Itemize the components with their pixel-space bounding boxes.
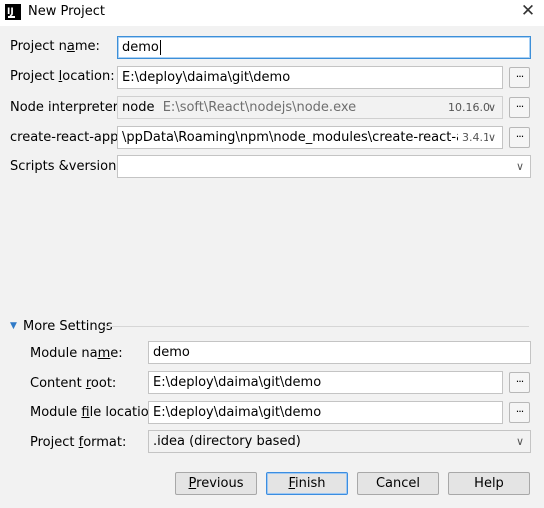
finish-button[interactable]: Finish: [266, 472, 348, 495]
node-interpreter-name: node: [122, 100, 155, 115]
content-root-input[interactable]: E:\deploy\daima\git\demo: [148, 371, 503, 394]
module-name-input[interactable]: demo: [148, 341, 531, 364]
intellij-logo-icon: IJ: [5, 4, 21, 20]
node-interpreter-combo[interactable]: node E:\soft\React\nodejs\node.exe 10.16…: [117, 96, 503, 119]
project-name-label: Project name:: [10, 39, 100, 54]
create-react-app-combo[interactable]: \ppData\Roaming\npm\node_modules\create-…: [117, 126, 503, 149]
content-root-label: Content root:: [30, 376, 117, 391]
create-react-app-path: \ppData\Roaming\npm\node_modules\create-…: [122, 130, 481, 145]
scripts-version-label: Scripts &version: [10, 159, 117, 174]
chevron-down-icon: ∨: [487, 101, 496, 114]
create-react-app-browse-button[interactable]: ...: [509, 127, 530, 148]
chevron-down-icon: ∨: [487, 127, 496, 148]
create-react-app-label: create-react-app:: [10, 130, 123, 145]
section-divider: [103, 326, 529, 327]
more-settings-toggle[interactable]: More Settings: [23, 318, 113, 336]
help-button[interactable]: Help: [448, 472, 530, 495]
project-location-label: Project location:: [10, 69, 115, 84]
node-interpreter-path: E:\soft\React\nodejs\node.exe: [162, 100, 357, 115]
project-format-label: Project format:: [30, 435, 127, 450]
module-file-location-browse-button[interactable]: ...: [509, 402, 530, 423]
project-location-browse-button[interactable]: ...: [509, 67, 530, 88]
window-title: New Project: [28, 4, 105, 19]
close-button[interactable]: ✕: [517, 1, 539, 23]
collapse-triangle-icon[interactable]: ▼: [10, 321, 17, 331]
chevron-down-icon: ∨: [515, 160, 524, 173]
scripts-version-combo[interactable]: ∨: [117, 155, 531, 178]
cancel-button[interactable]: Cancel: [357, 472, 439, 495]
project-location-input[interactable]: E:\deploy\daima\git\demo: [117, 66, 503, 89]
title-bar: IJ New Project ✕: [0, 0, 544, 26]
chevron-down-icon: ∨: [515, 435, 524, 448]
project-name-input[interactable]: demo: [117, 36, 531, 59]
node-interpreter-label: Node interpreter:: [10, 100, 123, 115]
node-version: 10.16.0: [448, 101, 490, 114]
previous-button[interactable]: Previous: [175, 472, 257, 495]
project-format-combo[interactable]: .idea (directory based) ∨: [148, 430, 531, 453]
module-file-location-input[interactable]: E:\deploy\daima\git\demo: [148, 401, 503, 424]
node-interpreter-browse-button[interactable]: ...: [509, 97, 530, 118]
module-name-label: Module name:: [30, 346, 123, 361]
content-root-browse-button[interactable]: ...: [509, 372, 530, 393]
module-file-location-label: Module file location:: [30, 405, 162, 420]
